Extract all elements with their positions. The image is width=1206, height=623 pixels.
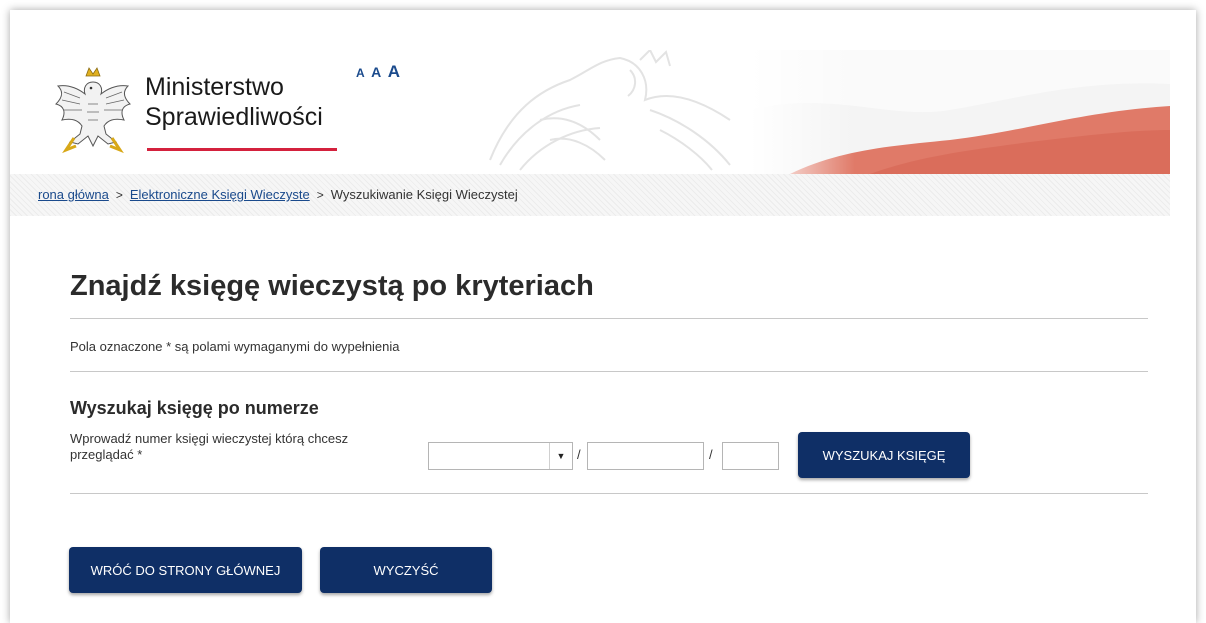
breadcrumb-land-registers-link[interactable]: Elektroniczne Księgi Wieczyste bbox=[130, 187, 310, 202]
clear-button[interactable]: WYCZYŚĆ bbox=[320, 547, 492, 593]
breadcrumb-current: Wyszukiwanie Księgi Wieczystej bbox=[330, 187, 518, 202]
page-title: Znajdź księgę wieczystą po kryteriach bbox=[70, 270, 594, 302]
check-digit-input[interactable] bbox=[722, 442, 779, 470]
chevron-right-icon: > bbox=[316, 188, 324, 202]
book-number-input[interactable] bbox=[587, 442, 704, 470]
chevron-down-icon[interactable]: ▼ bbox=[549, 443, 572, 469]
section-title: Wyszukaj księgę po numerze bbox=[70, 398, 319, 418]
divider bbox=[70, 371, 1148, 372]
ministry-name[interactable]: Ministerstwo Sprawiedliwości bbox=[145, 72, 323, 132]
breadcrumb: rona główna > Elektroniczne Księgi Wieczys… bbox=[10, 174, 1170, 216]
font-size-large-button[interactable]: A bbox=[388, 62, 400, 81]
search-book-button[interactable]: WYSZUKAJ KSIĘGĘ bbox=[798, 432, 970, 478]
back-to-home-button[interactable]: WRÓĆ DO STRONY GŁÓWNEJ bbox=[69, 547, 302, 593]
number-separator: / bbox=[577, 447, 581, 462]
divider bbox=[70, 318, 1148, 319]
chevron-right-icon: > bbox=[115, 188, 123, 202]
ministry-name-line1: Ministerstwo bbox=[145, 73, 284, 101]
book-number-label: Wprowadź numer księgi wieczystej którą c… bbox=[70, 431, 349, 462]
court-code-select[interactable]: ▼ bbox=[428, 442, 573, 470]
font-size-switcher: A A A bbox=[356, 62, 402, 82]
number-separator: / bbox=[709, 447, 713, 462]
polish-flag-banner-icon bbox=[750, 50, 1170, 174]
page-frame: Ministerstwo Sprawiedliwości A A A rona … bbox=[10, 10, 1196, 623]
ministry-name-line2: Sprawiedliwości bbox=[145, 103, 323, 131]
divider bbox=[70, 493, 1148, 494]
font-size-medium-button[interactable]: A bbox=[371, 64, 381, 80]
site-header: Ministerstwo Sprawiedliwości A A A bbox=[10, 10, 1196, 174]
brand-red-underline bbox=[147, 148, 337, 151]
breadcrumb-home-link[interactable]: rona główna bbox=[38, 187, 109, 202]
eagle-watermark-icon bbox=[489, 50, 731, 171]
white-eagle-emblem-icon bbox=[55, 67, 131, 154]
required-fields-note: Pola oznaczone * są polami wymaganymi do… bbox=[70, 339, 400, 354]
font-size-small-button[interactable]: A bbox=[356, 66, 365, 80]
